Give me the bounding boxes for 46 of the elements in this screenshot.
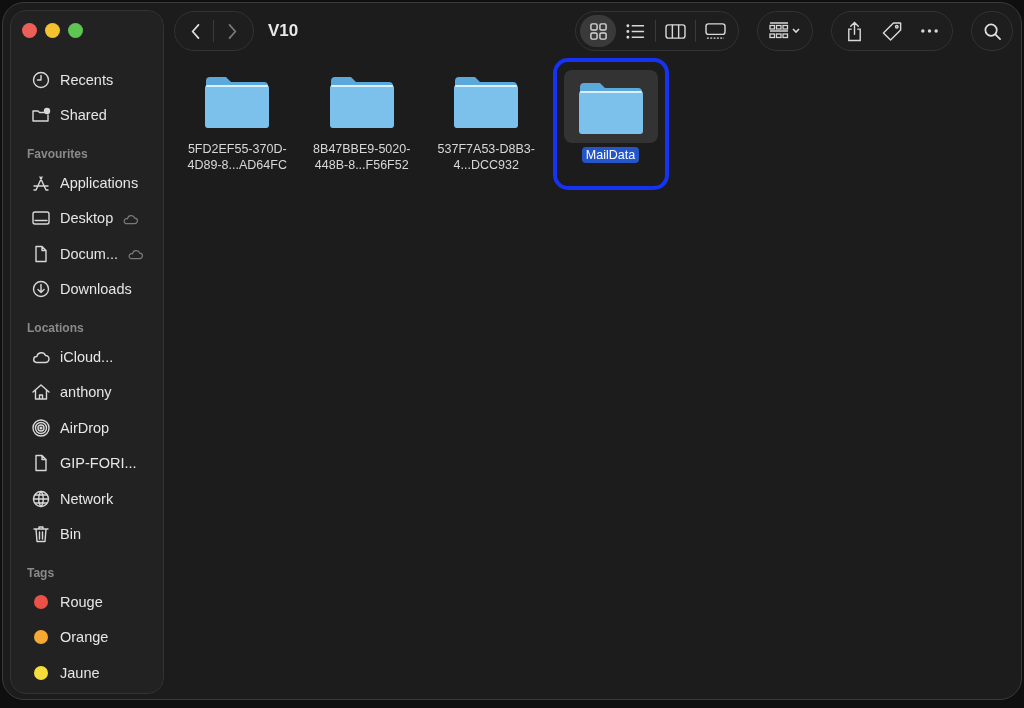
sidebar-item[interactable]: Applications — [11, 165, 163, 201]
close-button[interactable] — [22, 23, 37, 38]
gallery-view-icon — [705, 21, 727, 41]
airdrop-icon — [31, 417, 51, 438]
download-icon — [31, 279, 51, 300]
sidebar-item[interactable]: anthony — [11, 374, 163, 410]
sidebar-item[interactable]: GIP-FORI... — [11, 445, 163, 481]
group-by-icon — [768, 21, 802, 41]
section-heading: Locations — [26, 320, 85, 337]
folder-item[interactable]: MailData — [565, 70, 656, 186]
sidebar-item[interactable]: Orange — [11, 619, 163, 655]
window-title: V10 — [268, 21, 299, 41]
folder-item[interactable]: 5FD2EF55-370D-4D89-8...AD64FC — [176, 64, 299, 186]
sidebar-item[interactable]: Rouge — [11, 584, 163, 620]
sidebar-item[interactable]: Shared — [11, 97, 163, 133]
sidebar-item[interactable]: iCloud... — [11, 339, 163, 375]
columns-view-icon — [665, 21, 687, 41]
more-icon — [920, 28, 939, 34]
sidebar-item[interactable]: Network — [11, 481, 163, 517]
sidebar-item[interactable]: Desktop — [11, 200, 163, 236]
sidebar-item[interactable]: Jaune — [11, 655, 163, 691]
sidebar-item[interactable]: AirDrop — [11, 410, 163, 446]
share-icon — [845, 20, 864, 42]
globe-icon — [31, 488, 51, 509]
sidebar-item[interactable]: Recents — [11, 62, 163, 98]
list-view-icon — [625, 21, 647, 41]
grid-view-button[interactable] — [580, 15, 616, 47]
clock-icon — [31, 69, 51, 90]
zoom-button[interactable] — [68, 23, 83, 38]
trash-icon — [31, 524, 51, 545]
home-icon — [31, 382, 51, 403]
folder-item[interactable]: 537F7A53-D8B3-4...DCC932 — [425, 64, 548, 186]
minimize-button[interactable] — [45, 23, 60, 38]
tag-icon — [881, 20, 903, 42]
folder-icon — [563, 70, 658, 143]
section-heading: Favourites — [26, 146, 89, 163]
sidebar-item[interactable]: Docum... — [11, 236, 163, 272]
chevron-left-icon — [190, 22, 201, 40]
search-icon — [982, 21, 1002, 41]
folder-item[interactable]: 8B47BBE9-5020-448B-8...F56F52 — [300, 64, 423, 186]
chevron-right-icon — [227, 22, 238, 40]
search-button[interactable] — [971, 11, 1013, 51]
grid-view-icon — [587, 21, 609, 41]
sidebar-item[interactable]: Bin — [11, 516, 163, 552]
sidebar-item[interactable]: Downloads — [11, 271, 163, 307]
section-heading: Tags — [26, 565, 56, 582]
